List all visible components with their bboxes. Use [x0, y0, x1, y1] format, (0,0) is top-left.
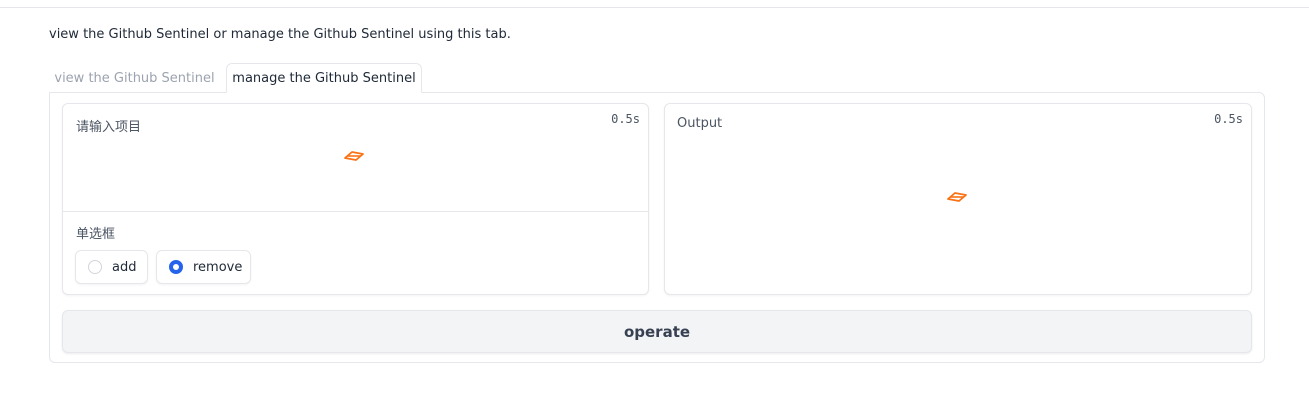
radio-option-label: add	[112, 259, 137, 275]
radio-group-label: 单选框	[76, 227, 116, 242]
project-input-block: 0.5s 请输入项目 单选框 add remove	[62, 103, 649, 295]
tab-view-github-sentinel[interactable]: view the Github Sentinel	[49, 64, 226, 93]
output-timer: 0.5s	[1214, 112, 1243, 126]
tab-manage-github-sentinel[interactable]: manage the Github Sentinel	[226, 63, 422, 93]
page-description: view the Github Sentinel or manage the G…	[49, 27, 511, 42]
radio-option-remove[interactable]: remove	[156, 250, 251, 284]
input-timer: 0.5s	[611, 112, 640, 126]
operate-button[interactable]: operate	[62, 310, 1252, 353]
radio-checked-icon[interactable]	[169, 260, 183, 274]
top-divider	[0, 7, 1309, 8]
radio-option-add[interactable]: add	[75, 250, 148, 284]
project-input-label[interactable]: 请输入项目	[76, 116, 141, 135]
radio-option-label: remove	[193, 259, 243, 275]
loader-icon	[947, 192, 967, 202]
tab-bar: view the Github Sentinel manage the Gith…	[49, 63, 422, 93]
radio-unchecked-icon[interactable]	[88, 260, 102, 274]
loader-icon	[344, 151, 364, 161]
block-divider	[63, 211, 648, 212]
output-block: 0.5s Output	[664, 103, 1252, 295]
output-label: Output	[677, 116, 723, 131]
